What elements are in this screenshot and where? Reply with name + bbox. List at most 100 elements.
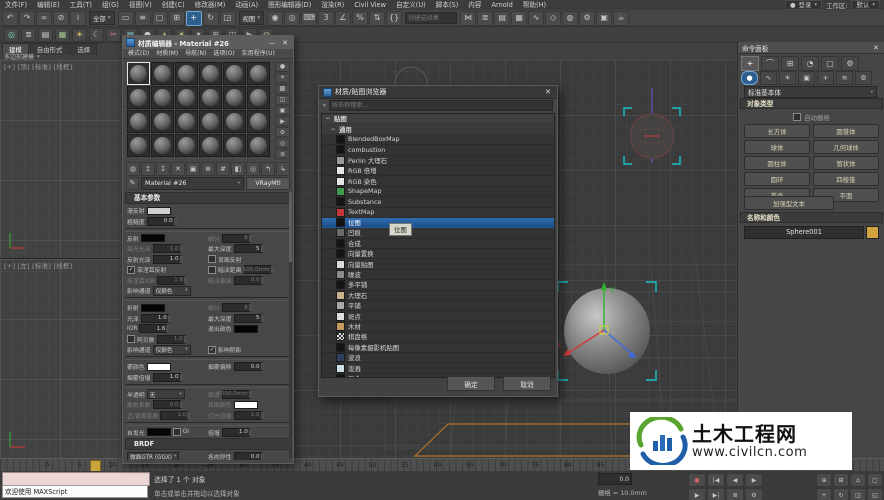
- map-list-item[interactable]: 噪波: [322, 270, 554, 280]
- assign-material-to-selection-icon[interactable]: ↧: [156, 162, 170, 176]
- sample-slot[interactable]: [223, 86, 246, 109]
- spinner-field[interactable]: 100.0mm: [244, 265, 274, 274]
- curve-editor-icon[interactable]: ∿: [528, 11, 544, 26]
- search-input[interactable]: [329, 100, 553, 111]
- map-list-item[interactable]: 合成: [322, 239, 554, 249]
- color-swatch[interactable]: [234, 325, 258, 333]
- next-frame-icon[interactable]: ▶: [688, 488, 706, 500]
- map-group-row[interactable]: −贴图: [322, 114, 554, 124]
- go-to-parent-icon[interactable]: ↰: [261, 162, 275, 176]
- sample-slot[interactable]: [127, 134, 150, 157]
- menu-item[interactable]: 文件(F): [0, 0, 32, 10]
- systems-category-icon[interactable]: ⚙: [855, 71, 872, 85]
- map-browser-titlebar[interactable]: 材质/贴图浏览器 ✕: [319, 86, 557, 99]
- ribbon-tab[interactable]: 选择: [70, 43, 97, 55]
- macro-recorder-field[interactable]: [2, 472, 150, 486]
- video-color-check-icon[interactable]: ▣: [275, 106, 290, 116]
- material-editor-menu-item[interactable]: 材质(M): [153, 49, 181, 58]
- param-dropdown[interactable]: 无▾: [147, 389, 185, 399]
- selection-filter-dropdown[interactable]: 全部 ▾: [89, 11, 115, 25]
- map-list-item[interactable]: combustion: [322, 145, 554, 155]
- background-icon[interactable]: ▩: [275, 84, 290, 94]
- menu-item[interactable]: 内容: [463, 0, 486, 10]
- mirror-icon[interactable]: ⋈: [460, 11, 476, 26]
- select-by-material-icon[interactable]: ◎: [275, 138, 290, 148]
- command-panel-titlebar[interactable]: 命令面板 ✕: [738, 42, 884, 54]
- sample-slot[interactable]: [127, 62, 150, 85]
- put-material-to-scene-icon[interactable]: ↥: [141, 162, 155, 176]
- object-name-field[interactable]: Sphere001: [744, 226, 864, 239]
- chevron-down-icon[interactable]: ▾: [323, 103, 326, 109]
- spinner-field[interactable]: 1.0: [141, 314, 171, 323]
- material-id-channel-icon[interactable]: #: [216, 162, 230, 176]
- map-list-item[interactable]: 向量置换: [322, 249, 554, 259]
- show-end-result-icon[interactable]: ◎: [246, 162, 260, 176]
- material-map-navigator-icon[interactable]: ≣: [275, 149, 290, 159]
- spinner-field[interactable]: 1.0: [222, 428, 252, 437]
- menu-item[interactable]: 图形编辑器(D): [263, 0, 316, 10]
- sample-slot[interactable]: [151, 134, 174, 157]
- checkbox[interactable]: ✓: [127, 266, 135, 274]
- sample-slot[interactable]: [151, 62, 174, 85]
- menu-item[interactable]: 渲染(R): [316, 0, 349, 10]
- menu-item[interactable]: 编辑(E): [32, 0, 65, 10]
- select-and-rotate-icon[interactable]: ↻: [203, 11, 219, 26]
- zoom-all-icon[interactable]: ⊞: [833, 473, 849, 487]
- maximize-viewport-icon[interactable]: ◱: [867, 488, 883, 500]
- spinner-field[interactable]: 1.0: [153, 373, 183, 382]
- map-list-item[interactable]: 每像素摄影机贴图: [322, 343, 554, 353]
- spinner-field[interactable]: 5: [234, 314, 264, 323]
- ribbon-toggle-icon[interactable]: ▦: [511, 11, 527, 26]
- menu-item[interactable]: 修改器(M): [190, 0, 231, 10]
- param-dropdown[interactable]: 仅颜色▾: [153, 345, 191, 355]
- set-key-icon[interactable]: ●: [688, 473, 706, 487]
- lamp-icon[interactable]: ☀: [72, 28, 87, 42]
- minimize-icon[interactable]: —: [267, 39, 277, 47]
- primitive-button[interactable]: 圆锥体: [813, 124, 879, 138]
- primitive-button[interactable]: 长方体: [744, 124, 810, 138]
- spinner-field[interactable]: 1.0: [160, 411, 190, 420]
- sample-slot[interactable]: [223, 110, 246, 133]
- make-preview-icon[interactable]: ▶: [275, 116, 290, 126]
- viewport-top-label[interactable]: [+] [顶] [标准] [线框]: [4, 62, 72, 71]
- select-and-scale-icon[interactable]: ◲: [220, 11, 236, 26]
- rendered-frame-window-icon[interactable]: ▣: [596, 11, 612, 26]
- spinner-field[interactable]: 1.0: [153, 255, 183, 264]
- checkbox[interactable]: [173, 428, 181, 436]
- color-swatch[interactable]: [147, 428, 171, 436]
- map-list-item[interactable]: 凹痕: [322, 228, 554, 238]
- options-icon[interactable]: ⚙: [275, 127, 290, 137]
- viewport-bottom[interactable]: [+] [左] [标准] [线框]: [0, 259, 121, 458]
- spinner-field[interactable]: 1.6: [157, 276, 187, 285]
- spinner-field[interactable]: 0.0: [234, 452, 264, 460]
- sample-slot[interactable]: [199, 134, 222, 157]
- undo-icon[interactable]: ↶: [2, 11, 18, 26]
- sample-slot[interactable]: [247, 86, 270, 109]
- material-editor-icon[interactable]: ◍: [562, 11, 578, 26]
- render-production-icon[interactable]: ☕: [613, 11, 629, 26]
- spinner-snap-icon[interactable]: ⇅: [369, 11, 385, 26]
- spinner-field[interactable]: 1.0: [153, 244, 183, 253]
- rectangular-selection-region-icon[interactable]: ▢: [152, 11, 168, 26]
- color-swatch[interactable]: [147, 363, 171, 371]
- select-object-icon[interactable]: ▭: [118, 11, 134, 26]
- menu-item[interactable]: 脚本(S): [431, 0, 464, 10]
- sample-slot[interactable]: [199, 110, 222, 133]
- align-icon[interactable]: ≣: [477, 11, 493, 26]
- snaps-toggle-icon[interactable]: 3: [318, 11, 334, 26]
- utilities-tab-icon[interactable]: ⚙: [841, 56, 859, 71]
- sample-slot[interactable]: [175, 110, 198, 133]
- material-type-button[interactable]: VRayMtl: [246, 177, 290, 190]
- shapes-category-icon[interactable]: ∿: [760, 71, 777, 85]
- cameras-category-icon[interactable]: ▣: [798, 71, 815, 85]
- lights-category-icon[interactable]: ☀: [779, 71, 796, 85]
- textplus-button[interactable]: 加强型文本: [744, 196, 834, 210]
- map-list-item[interactable]: 木材: [322, 322, 554, 332]
- go-to-start-icon[interactable]: |◀: [707, 473, 725, 487]
- zoom-icon[interactable]: ⊕: [816, 473, 832, 487]
- spinner-field[interactable]: 1000.0mm: [222, 390, 252, 399]
- map-list-item[interactable]: ShapeMap: [322, 187, 554, 197]
- material-editor-menu-item[interactable]: 导航(N): [182, 49, 209, 58]
- sample-slot[interactable]: [127, 86, 150, 109]
- angle-snap-icon[interactable]: ∠: [335, 11, 351, 26]
